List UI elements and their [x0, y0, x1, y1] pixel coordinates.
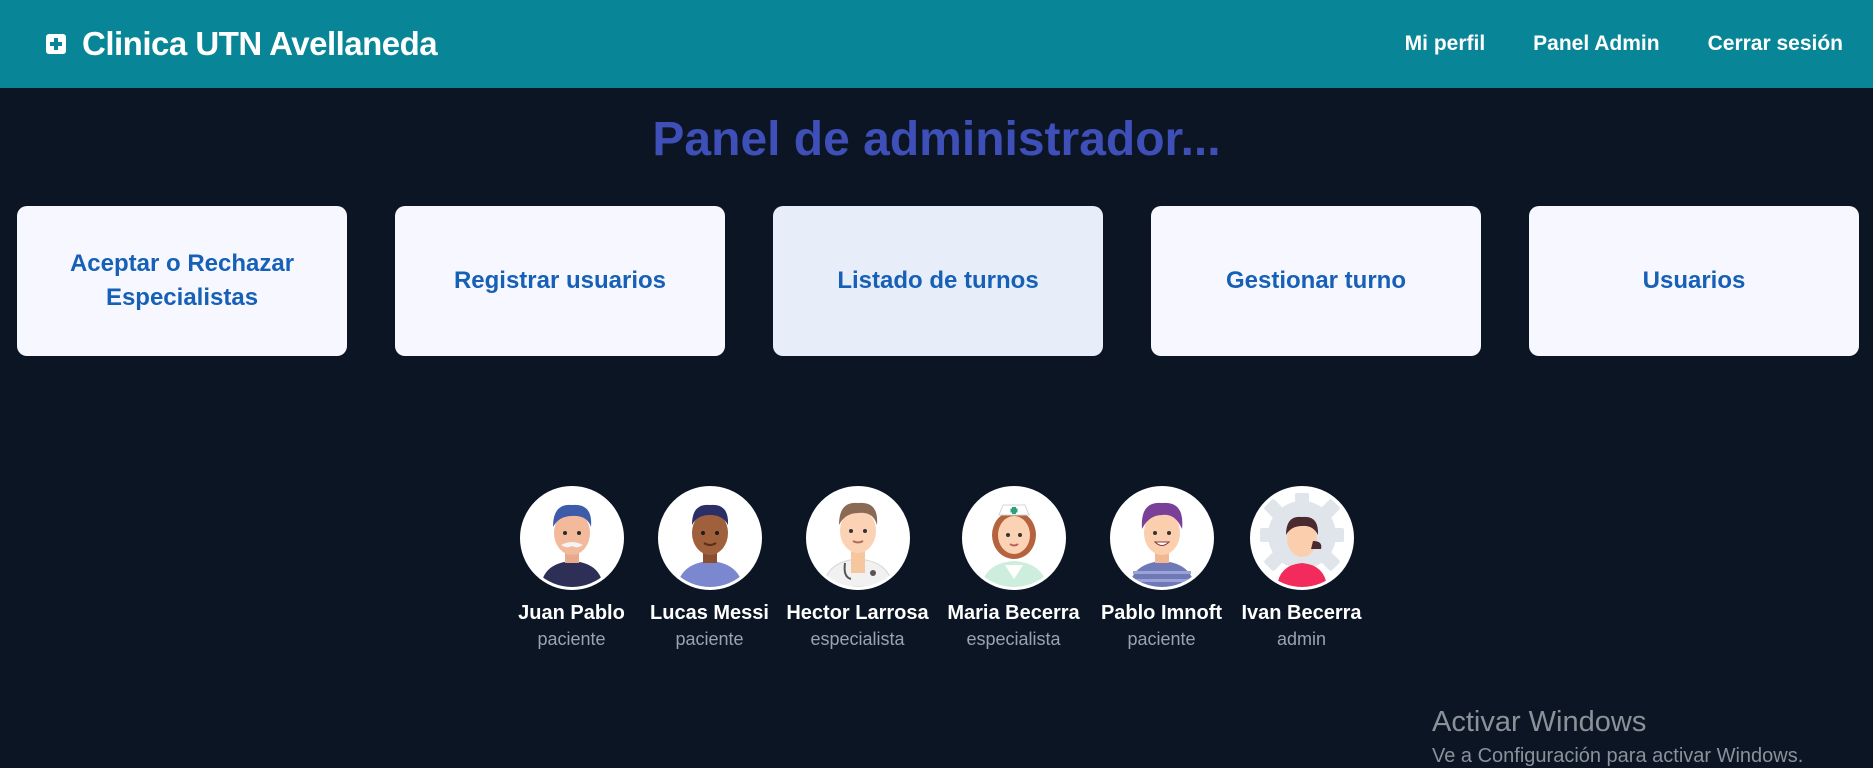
- doctor-avatar: [805, 486, 910, 590]
- brand-title: Clinica UTN Avellaneda: [82, 25, 438, 62]
- user-role: paciente: [1127, 629, 1196, 649]
- user-name: Juan Pablo: [518, 602, 625, 624]
- user-name: Pablo Imnoft: [1100, 602, 1223, 624]
- card-aceptar-rechazar-especialistas[interactable]: Aceptar o Rechazar Especialistas: [17, 206, 347, 356]
- watermark-title: Activar Windows: [1432, 706, 1647, 738]
- user-item[interactable]: Juan Pablo paciente: [509, 486, 635, 650]
- user-item[interactable]: Hector Larrosa especialista: [785, 486, 931, 650]
- quick-login-users: Juan Pablo paciente Lucas Messi paciente: [0, 486, 1873, 650]
- card-gestionar-turno[interactable]: Gestionar turno: [1151, 206, 1481, 356]
- user-role: admin: [1276, 629, 1327, 649]
- medical-cross-icon: [46, 34, 66, 54]
- man-purple-hair-avatar: [1109, 486, 1214, 590]
- admin-cards: Aceptar o Rechazar Especialistas Registr…: [17, 206, 1859, 356]
- user-item[interactable]: Lucas Messi paciente: [647, 486, 773, 650]
- nav-link-cerrar-sesion[interactable]: Cerrar sesión: [1708, 32, 1843, 56]
- user-item[interactable]: Pablo Imnoft paciente: [1097, 486, 1227, 650]
- navbar: Clinica UTN Avellaneda Mi perfil Panel A…: [0, 0, 1873, 88]
- watermark-subtitle: Ve a Configuración para activar Windows.: [1432, 745, 1804, 767]
- user-role: especialista: [966, 629, 1061, 649]
- user-role: paciente: [537, 629, 606, 649]
- user-name: Maria Becerra: [947, 602, 1080, 624]
- card-listado-de-turnos[interactable]: Listado de turnos: [773, 206, 1103, 356]
- man-mustache-avatar: [519, 486, 624, 590]
- card-registrar-usuarios[interactable]: Registrar usuarios: [395, 206, 725, 356]
- nurse-avatar: [961, 486, 1066, 590]
- user-item[interactable]: Maria Becerra especialista: [943, 486, 1085, 650]
- windows-activation-watermark: Activar Windows Ve a Configuración para …: [1432, 706, 1803, 768]
- admin-gear-avatar: [1249, 486, 1354, 590]
- user-role: paciente: [675, 629, 744, 649]
- nav-links: Mi perfil Panel Admin Cerrar sesión: [1405, 32, 1843, 56]
- card-usuarios[interactable]: Usuarios: [1529, 206, 1859, 356]
- nav-link-mi-perfil[interactable]: Mi perfil: [1405, 32, 1486, 56]
- user-name: Hector Larrosa: [786, 602, 929, 624]
- user-item[interactable]: Ivan Becerra admin: [1239, 486, 1365, 650]
- user-name: Lucas Messi: [650, 602, 769, 624]
- page-title: Panel de administrador...: [652, 113, 1221, 166]
- user-name: Ivan Becerra: [1241, 602, 1362, 624]
- nav-link-panel-admin[interactable]: Panel Admin: [1533, 32, 1659, 56]
- brand[interactable]: Clinica UTN Avellaneda: [46, 25, 438, 63]
- user-role: especialista: [810, 629, 905, 649]
- man-dark-skin-avatar: [657, 486, 762, 590]
